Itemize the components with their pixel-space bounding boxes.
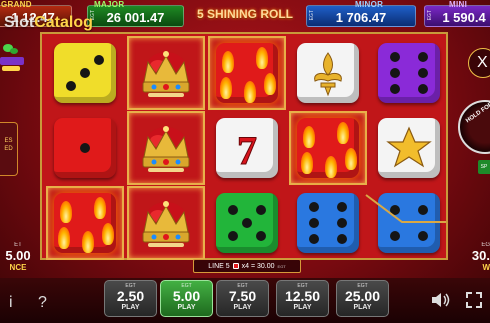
bet-button-amount: 25.00 <box>344 288 381 304</box>
bet-button-play: PLAY <box>233 304 252 311</box>
fullscreen-icon[interactable] <box>466 292 482 313</box>
bet-button-amount: 12.50 <box>284 288 321 304</box>
line-label: LINE 5 <box>208 262 230 270</box>
bet-button-egt: EGT <box>181 283 192 289</box>
line-multiplier: x4 = 30.00 <box>241 262 275 270</box>
line-egt: EGT <box>277 263 286 269</box>
bet-button[interactable]: EGT 2.50 PLAY <box>104 280 157 317</box>
info-icon[interactable]: i <box>9 294 13 312</box>
help-icon[interactable]: ? <box>38 294 47 312</box>
bottom-bar: i ? EGT 2.50 PLAY EGT 5.00 PLAY EGT 7.50 PLAY EGT… <box>0 278 490 323</box>
bet-button-egt: EGT <box>297 283 308 289</box>
bet-button-play: PLAY <box>293 304 312 311</box>
line-symbol-icon <box>232 263 239 269</box>
sound-icon[interactable] <box>431 292 451 313</box>
payline-overlay <box>365 194 446 223</box>
bet-button[interactable]: EGT 12.50 PLAY <box>276 280 329 317</box>
bet-button-egt: EGT <box>237 283 248 289</box>
bet-button[interactable]: EGT 5.00 PLAY <box>160 280 213 317</box>
bet-button-egt: EGT <box>357 283 368 289</box>
bet-button[interactable]: EGT 7.50 PLAY <box>216 280 269 317</box>
bet-button-play: PLAY <box>353 304 372 311</box>
bet-button-play: PLAY <box>121 304 140 311</box>
line-win-info: LINE 5 x4 = 30.00 EGT <box>193 259 301 273</box>
bet-button-egt: EGT <box>125 283 136 289</box>
bet-button-amount: 5.00 <box>172 288 201 304</box>
bet-button-amount: 2.50 <box>116 288 145 304</box>
bet-button[interactable]: EGT 25.00 PLAY <box>336 280 389 317</box>
bet-button-amount: 7.50 <box>228 288 257 304</box>
bet-button-play: PLAY <box>177 304 196 311</box>
